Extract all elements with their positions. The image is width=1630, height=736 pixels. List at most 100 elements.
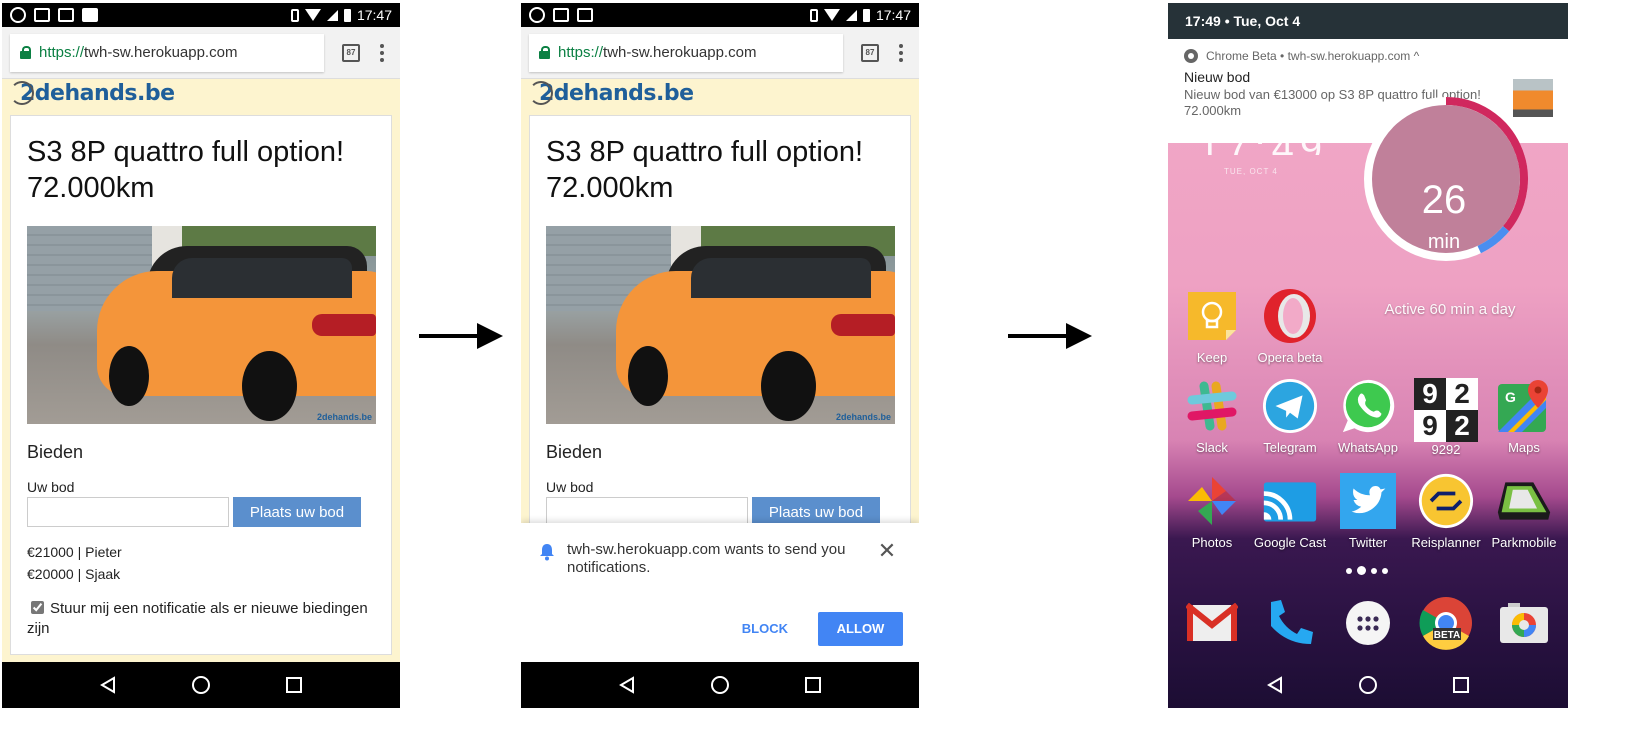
url-bar[interactable]: https://twh-sw.herokuapp.com [529, 33, 843, 72]
notify-option: Stuur mij een notificatie als er nieuwe … [27, 599, 375, 639]
fit-unit: min [1427, 231, 1461, 253]
telegram-icon [1262, 378, 1318, 434]
app-telegram[interactable]: Telegram [1250, 378, 1330, 455]
svg-text:G: G [1505, 389, 1516, 405]
bid-item: €20000 | Sjaak [27, 566, 121, 582]
back-button[interactable] [93, 670, 123, 700]
dock-gmail[interactable] [1172, 595, 1252, 651]
phone-icon [1262, 595, 1318, 651]
bid-label: Uw bod [27, 479, 75, 495]
phone-screen-home-notification: 17:49 TUE, OCT 4 17:49 • Tue, Oct 4 Chro… [1168, 3, 1568, 708]
place-bid-button[interactable]: Plaats uw bod [233, 497, 361, 527]
app-opera-beta[interactable]: Opera beta [1250, 288, 1330, 365]
photos-icon [1184, 473, 1240, 529]
status-bar: 17:47 [2, 3, 400, 27]
vibrate-icon [809, 8, 818, 22]
app-parkmobile[interactable]: Parkmobile [1484, 473, 1564, 550]
dock-camera[interactable] [1484, 595, 1564, 651]
page-dot[interactable] [1371, 567, 1377, 574]
web-page: 2dehands.be S3 8P quattro full option! 7… [2, 79, 400, 662]
dock-phone[interactable] [1250, 595, 1330, 651]
notification-permission-prompt: twh-sw.herokuapp.com wants to send you n… [521, 523, 919, 662]
app-whatsapp[interactable]: WhatsApp [1328, 378, 1408, 455]
app-slack[interactable]: Slack [1172, 378, 1252, 455]
notification-shade-header: 17:49 • Tue, Oct 4 [1168, 3, 1568, 39]
flow-arrow [1008, 323, 1092, 349]
app-drawer-icon [1340, 595, 1396, 651]
home-button[interactable] [1353, 670, 1383, 700]
fit-value: 26 [1421, 178, 1467, 222]
notify-checkbox[interactable] [31, 601, 44, 614]
bell-icon [540, 544, 554, 561]
twitter-icon [1340, 473, 1396, 529]
back-button[interactable] [1260, 670, 1290, 700]
app-photos[interactable]: Photos [1172, 473, 1252, 550]
site-logo[interactable]: 2dehands.be [10, 79, 392, 107]
back-button[interactable] [612, 670, 642, 700]
recents-button[interactable] [1446, 670, 1476, 700]
photo-watermark: 2dehands.be [835, 412, 891, 422]
url-bar[interactable]: https://twh-sw.herokuapp.com [10, 33, 324, 72]
recents-button[interactable] [798, 670, 828, 700]
dock-app-drawer[interactable] [1328, 595, 1408, 651]
wifi-icon [304, 9, 321, 21]
page-dot[interactable] [1346, 567, 1352, 574]
app-keep[interactable]: Keep [1172, 288, 1252, 365]
home-button[interactable] [186, 670, 216, 700]
page-dot[interactable] [1357, 566, 1366, 575]
app-google-cast[interactable]: Google Cast [1250, 473, 1330, 550]
lock-icon [20, 46, 31, 59]
ns-reisplanner-icon [1418, 473, 1474, 529]
app-twitter[interactable]: Twitter [1328, 473, 1408, 550]
nav-bar [1168, 662, 1568, 708]
browser-toolbar: https://twh-sw.herokuapp.com 87 [2, 27, 400, 79]
logo-refresh-icon [529, 81, 553, 105]
page-dot[interactable] [1382, 567, 1388, 574]
bid-input[interactable] [27, 497, 229, 527]
phone-screen-permission-prompt: 17:47 https://twh-sw.herokuapp.com 87 2d… [521, 3, 919, 708]
tab-switcher-button[interactable]: 87 [342, 43, 360, 62]
gmail-icon [34, 8, 50, 22]
app-maps[interactable]: G Maps [1484, 378, 1564, 455]
app-reisplanner[interactable]: Reisplanner [1406, 473, 1486, 550]
opera-icon [1262, 288, 1318, 344]
listing-title: S3 8P quattro full option! 72.000km [546, 136, 864, 204]
listing-card: S3 8P quattro full option! 72.000km 2deh… [10, 115, 392, 655]
status-bar: 17:47 [521, 3, 919, 27]
wifi-icon [823, 9, 840, 21]
chrome-beta-icon: BETA [1418, 595, 1474, 651]
nav-bar [521, 662, 919, 708]
home-button[interactable] [705, 670, 735, 700]
app-9292[interactable]: 9 2 9 2 9292 [1406, 378, 1486, 457]
home-page-indicator[interactable] [1346, 566, 1388, 575]
allow-button[interactable]: ALLOW [818, 611, 903, 646]
fit-goal-label: Active 60 min a day [1384, 301, 1516, 318]
status-time: 17:47 [356, 7, 392, 23]
listing-title: S3 8P quattro full option! 72.000km [27, 136, 345, 204]
status-time: 17:47 [875, 7, 911, 23]
keep-icon [1184, 288, 1240, 344]
svg-text:BETA: BETA [1434, 630, 1460, 641]
menu-button[interactable] [891, 43, 911, 62]
block-button[interactable]: BLOCK [730, 611, 800, 646]
url-scheme: https:// [39, 44, 85, 61]
whatsapp-icon [1340, 378, 1396, 434]
photo-watermark: 2dehands.be [316, 412, 372, 422]
slack-icon [1184, 378, 1240, 434]
site-logo[interactable]: 2dehands.be [529, 79, 911, 107]
url-scheme: https:// [558, 44, 604, 61]
cast-icon [1262, 473, 1318, 529]
menu-button[interactable] [372, 43, 392, 62]
bid-section-heading: Bieden [27, 442, 84, 462]
dock-chrome-beta[interactable]: BETA [1406, 595, 1486, 651]
close-icon[interactable]: ✕ [877, 540, 897, 562]
gmail-icon [577, 8, 593, 22]
bid-item: €21000 | Pieter [27, 544, 122, 560]
url-host: twh-sw.herokuapp.com [84, 44, 238, 61]
nav-bar [2, 662, 400, 708]
tab-switcher-button[interactable]: 87 [861, 43, 879, 62]
bid-list: €21000 | Pieter €20000 | Sjaak [27, 541, 375, 585]
parkmobile-icon [1496, 473, 1552, 529]
recents-button[interactable] [279, 670, 309, 700]
chrome-icon [1184, 49, 1198, 63]
